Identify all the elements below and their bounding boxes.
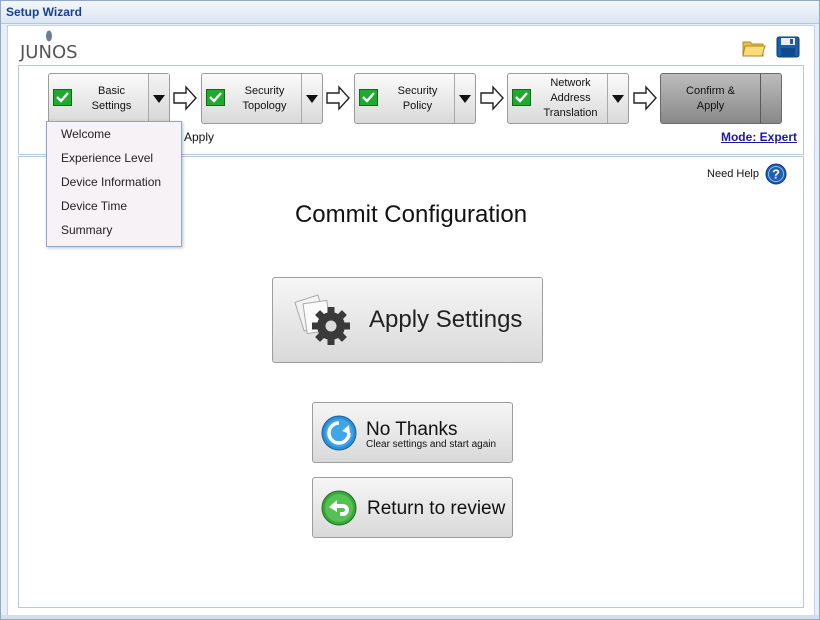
check-icon xyxy=(359,89,378,106)
step-dropdown-button[interactable] xyxy=(760,74,781,123)
step-label-line1: Security xyxy=(397,84,438,97)
step-security-policy[interactable]: Security Policy xyxy=(354,73,476,124)
step-arrow-icon xyxy=(633,85,657,111)
bottom-border xyxy=(1,615,819,619)
menu-item-experience-level[interactable]: Experience Level xyxy=(47,146,181,170)
folder-open-icon[interactable] xyxy=(742,36,766,58)
step-dropdown-button[interactable] xyxy=(607,74,628,123)
step-label-line2: Policy xyxy=(402,99,433,112)
step-dropdown-button[interactable] xyxy=(454,74,475,123)
step-arrow-icon xyxy=(480,85,504,111)
junos-logo: JUNOS xyxy=(20,30,80,66)
step-label-line2: Address xyxy=(550,92,591,104)
logo-mark-icon xyxy=(46,30,52,42)
step-arrow-icon xyxy=(173,85,197,111)
step-dropdown-button[interactable] xyxy=(301,74,322,123)
check-icon xyxy=(206,89,225,106)
logo-text: JUNOS xyxy=(20,42,78,63)
step-label-line1: Network xyxy=(550,77,591,89)
no-thanks-subtitle: Clear settings and start again xyxy=(366,439,497,450)
apply-settings-button[interactable]: Apply Settings xyxy=(272,277,543,363)
return-to-review-label: Return to review xyxy=(367,498,506,519)
need-help-label: Need Help xyxy=(707,168,759,180)
setup-wizard-window: Setup Wizard JUNOS Basic Settings Securi… xyxy=(0,0,820,620)
return-to-review-button[interactable]: Return to review xyxy=(312,477,513,538)
menu-item-welcome[interactable]: Welcome xyxy=(47,122,181,146)
check-icon xyxy=(53,89,72,106)
step-network-address-translation[interactable]: Network Address Translation xyxy=(507,73,629,124)
window-title: Setup Wizard xyxy=(6,5,82,19)
title-bar: Setup Wizard xyxy=(1,1,819,24)
menu-item-device-time[interactable]: Device Time xyxy=(47,194,181,218)
apply-settings-icon xyxy=(294,294,350,345)
step-basic-settings[interactable]: Basic Settings xyxy=(48,73,170,124)
step-label-line3: Translation xyxy=(543,107,598,119)
mode-expert-link[interactable]: Mode: Expert xyxy=(721,130,797,144)
current-step-label: Apply xyxy=(184,130,215,144)
wizard-content: JUNOS Basic Settings Security Topology S… xyxy=(7,25,815,617)
step-confirm-apply[interactable]: Confirm & Apply xyxy=(660,73,782,124)
check-icon xyxy=(512,89,531,106)
no-thanks-button[interactable]: No Thanks Clear settings and start again xyxy=(312,402,513,463)
step-label-line2: Topology xyxy=(242,99,287,112)
step-arrow-icon xyxy=(326,85,350,111)
need-help-link[interactable]: Need Help ? xyxy=(707,163,787,185)
step-dropdown-button[interactable] xyxy=(148,74,169,123)
step-label-line1: Security xyxy=(244,84,285,97)
step-security-topology[interactable]: Security Topology xyxy=(201,73,323,124)
apply-settings-label: Apply Settings xyxy=(369,306,523,333)
no-thanks-title: No Thanks xyxy=(366,419,458,440)
step-label-line1: Confirm & xyxy=(686,84,735,97)
triangle-down-icon xyxy=(153,94,165,103)
triangle-down-icon xyxy=(612,94,624,103)
menu-item-summary[interactable]: Summary xyxy=(47,218,181,242)
svg-text:?: ? xyxy=(772,167,780,182)
help-icon[interactable]: ? xyxy=(765,163,787,185)
refresh-icon xyxy=(321,415,357,451)
back-arrow-icon xyxy=(321,490,357,526)
triangle-down-icon xyxy=(306,94,318,103)
step-dropdown-menu: Welcome Experience Level Device Informat… xyxy=(46,121,182,247)
triangle-down-icon xyxy=(459,94,471,103)
step-label-line2: Settings xyxy=(91,99,132,112)
floppy-save-icon[interactable] xyxy=(776,36,800,58)
step-label-line2: Apply xyxy=(696,99,725,112)
menu-item-device-information[interactable]: Device Information xyxy=(47,170,181,194)
step-label-line1: Basic xyxy=(98,84,125,97)
